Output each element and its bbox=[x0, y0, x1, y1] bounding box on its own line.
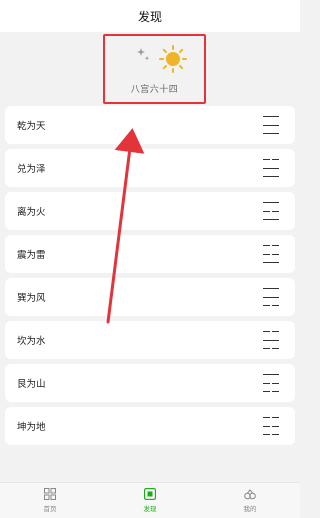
trigram-line bbox=[263, 176, 279, 177]
trigram-icon bbox=[263, 417, 279, 435]
trigram-line bbox=[263, 116, 279, 117]
tab-label: 发现 bbox=[143, 505, 157, 513]
trigram-label: 坤为地 bbox=[17, 422, 46, 433]
trigram-line bbox=[263, 417, 279, 418]
trigram-line bbox=[263, 382, 279, 384]
list-item[interactable]: 离为火 bbox=[5, 192, 295, 230]
tab-discover[interactable]: 发现 bbox=[100, 483, 200, 518]
trigram-label: 艮为山 bbox=[17, 379, 46, 390]
trigram-line bbox=[263, 262, 279, 263]
trigram-line bbox=[263, 219, 279, 220]
trigram-line bbox=[263, 124, 279, 126]
list-item[interactable]: 坎为水 bbox=[5, 321, 295, 359]
nav-bar: 发现 bbox=[0, 0, 300, 32]
trigram-icon bbox=[263, 245, 279, 263]
hero-caption: 八宫六十四 bbox=[130, 85, 179, 95]
grid-icon bbox=[44, 488, 56, 500]
trigram-line bbox=[263, 159, 279, 160]
list-item[interactable]: 巽为风 bbox=[5, 278, 295, 316]
trigram-line bbox=[263, 331, 279, 332]
trigram-label: 巽为风 bbox=[17, 293, 46, 304]
trigram-line bbox=[263, 167, 279, 169]
trigram-icon bbox=[263, 159, 279, 177]
trigram-line bbox=[263, 288, 279, 289]
trigram-line bbox=[263, 133, 279, 134]
trigram-line bbox=[263, 374, 279, 375]
trigram-icon bbox=[263, 288, 279, 306]
trigram-icon bbox=[263, 331, 279, 349]
trigram-line bbox=[263, 202, 279, 203]
trigram-icon bbox=[263, 202, 279, 220]
trigram-label: 坎为水 bbox=[17, 336, 46, 347]
tab-label: 首页 bbox=[43, 505, 57, 513]
trigram-line bbox=[263, 305, 279, 306]
tab-label: 我的 bbox=[243, 505, 257, 513]
trigram-line bbox=[263, 391, 279, 392]
trigram-icon bbox=[263, 374, 279, 392]
trigram-list: 乾为天 兑为泽 离为火 震为雷 巽为风 坎为水 艮为山 坤为地 bbox=[5, 106, 295, 450]
list-item[interactable]: 艮为山 bbox=[5, 364, 295, 402]
tab-home[interactable]: 首页 bbox=[0, 483, 100, 518]
trigram-line bbox=[263, 348, 279, 349]
trigram-icon bbox=[263, 116, 279, 134]
tab-profile[interactable]: 我的 bbox=[200, 483, 300, 518]
trigram-label: 离为火 bbox=[17, 207, 46, 218]
trigram-line bbox=[263, 210, 279, 212]
profile-icon bbox=[244, 489, 256, 500]
list-item[interactable]: 兑为泽 bbox=[5, 149, 295, 187]
trigram-line bbox=[263, 296, 279, 298]
trigram-label: 震为雷 bbox=[17, 250, 46, 261]
moon-sun-icon bbox=[126, 45, 187, 73]
trigram-line bbox=[263, 425, 279, 427]
trigram-line bbox=[263, 245, 279, 246]
trigram-line bbox=[263, 339, 279, 341]
trigram-line bbox=[263, 434, 279, 435]
list-item[interactable]: 乾为天 bbox=[5, 106, 295, 144]
hero-highlight-box[interactable]: 八宫六十四 bbox=[103, 34, 206, 104]
discover-icon bbox=[144, 488, 156, 500]
list-item[interactable]: 震为雷 bbox=[5, 235, 295, 273]
page-title: 发现 bbox=[137, 9, 162, 24]
trigram-line bbox=[263, 253, 279, 255]
tab-bar: 首页 发现 我的 bbox=[0, 482, 300, 518]
trigram-label: 乾为天 bbox=[17, 121, 46, 132]
trigram-label: 兑为泽 bbox=[17, 164, 46, 175]
list-item[interactable]: 坤为地 bbox=[5, 407, 295, 445]
